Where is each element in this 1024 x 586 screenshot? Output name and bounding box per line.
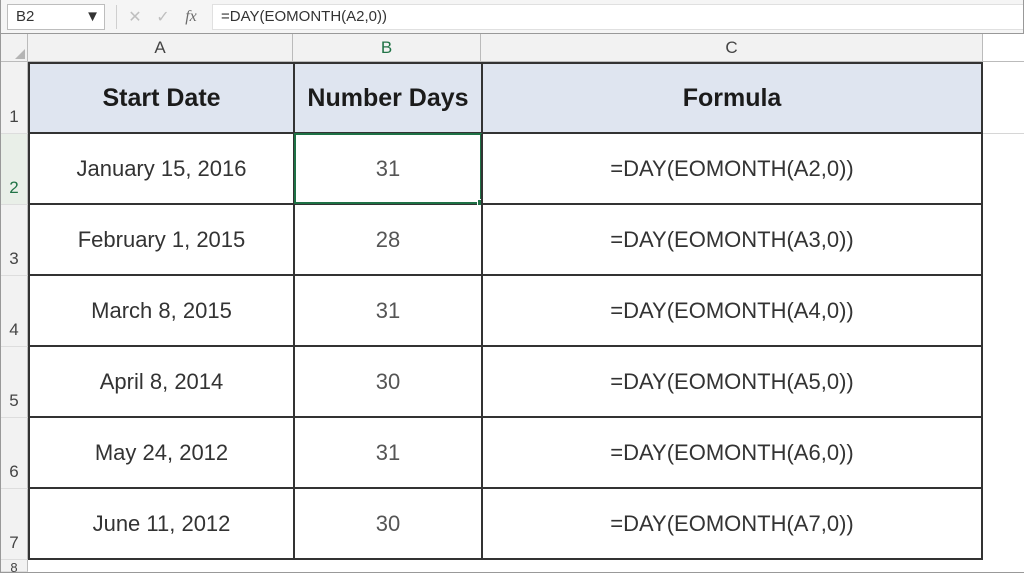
cell-empty[interactable] <box>983 418 1024 489</box>
namebox[interactable]: B2 ▼ <box>7 4 105 30</box>
select-all-corner[interactable] <box>1 34 28 62</box>
cell-empty[interactable] <box>481 560 983 572</box>
cell-A5[interactable]: April 8, 2014 <box>28 347 293 418</box>
cell-B5[interactable]: 30 <box>293 347 481 418</box>
formula-text: =DAY(EOMONTH(A2,0)) <box>221 8 387 25</box>
cell-A2[interactable]: January 15, 2016 <box>28 134 293 205</box>
cell-B2[interactable]: 31 <box>293 134 481 205</box>
row-head-3[interactable]: 3 <box>1 205 28 276</box>
col-head-A[interactable]: A <box>28 34 293 62</box>
col-head-B[interactable]: B <box>293 34 481 62</box>
cell-empty[interactable] <box>983 62 1024 134</box>
row-head-7[interactable]: 7 <box>1 489 28 560</box>
row-head-1[interactable]: 1 <box>1 62 28 134</box>
cell-empty[interactable] <box>983 134 1024 205</box>
row-head-4[interactable]: 4 <box>1 276 28 347</box>
cell-B2-value: 31 <box>376 156 400 182</box>
cell-C6[interactable]: =DAY(EOMONTH(A6,0)) <box>481 418 983 489</box>
cell-empty[interactable] <box>293 560 481 572</box>
formula-input[interactable]: =DAY(EOMONTH(A2,0)) <box>212 4 1023 30</box>
cell-empty[interactable] <box>983 205 1024 276</box>
cell-C3[interactable]: =DAY(EOMONTH(A3,0)) <box>481 205 983 276</box>
fx-icon[interactable]: fx <box>178 4 204 30</box>
enter-icon: ✓ <box>150 4 176 30</box>
cell-A4[interactable]: March 8, 2015 <box>28 276 293 347</box>
cell-empty[interactable] <box>983 489 1024 560</box>
cell-C5[interactable]: =DAY(EOMONTH(A5,0)) <box>481 347 983 418</box>
row-head-5[interactable]: 5 <box>1 347 28 418</box>
cell-B7[interactable]: 30 <box>293 489 481 560</box>
cell-empty[interactable] <box>983 560 1024 572</box>
col-head-empty[interactable] <box>983 34 1024 62</box>
header-formula[interactable]: Formula <box>481 62 983 134</box>
cell-B4[interactable]: 31 <box>293 276 481 347</box>
cell-A3[interactable]: February 1, 2015 <box>28 205 293 276</box>
cell-empty[interactable] <box>983 276 1024 347</box>
separator <box>116 5 117 29</box>
cell-empty[interactable] <box>28 560 293 572</box>
cell-B3[interactable]: 28 <box>293 205 481 276</box>
cell-B6[interactable]: 31 <box>293 418 481 489</box>
cancel-icon: ✕ <box>122 4 148 30</box>
cell-empty[interactable] <box>983 347 1024 418</box>
cell-C7[interactable]: =DAY(EOMONTH(A7,0)) <box>481 489 983 560</box>
spreadsheet-grid[interactable]: A B C 1 Start Date Number Days Formula 2… <box>1 34 1023 572</box>
cell-C4[interactable]: =DAY(EOMONTH(A4,0)) <box>481 276 983 347</box>
row-head-6[interactable]: 6 <box>1 418 28 489</box>
header-start-date[interactable]: Start Date <box>28 62 293 134</box>
row-head-8[interactable]: 8 <box>1 560 28 572</box>
header-number-days[interactable]: Number Days <box>293 62 481 134</box>
cell-A7[interactable]: June 11, 2012 <box>28 489 293 560</box>
namebox-value: B2 <box>16 8 34 25</box>
cell-A6[interactable]: May 24, 2012 <box>28 418 293 489</box>
row-head-2[interactable]: 2 <box>1 134 28 205</box>
col-head-C[interactable]: C <box>481 34 983 62</box>
chevron-down-icon[interactable]: ▼ <box>85 8 100 25</box>
cell-C2[interactable]: =DAY(EOMONTH(A2,0)) <box>481 134 983 205</box>
formula-bar: B2 ▼ ✕ ✓ fx =DAY(EOMONTH(A2,0)) <box>1 0 1023 34</box>
